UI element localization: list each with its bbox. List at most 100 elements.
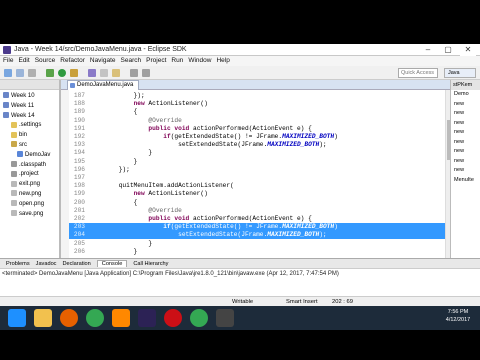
menu-source[interactable]: Source (35, 57, 56, 64)
chrome-icon[interactable] (190, 309, 208, 327)
tree-item-label: DemoJav (25, 151, 51, 158)
code-line[interactable]: 204 setExtendedState(JFrame.MAXIMIZED_BO… (69, 231, 445, 240)
vlc-icon[interactable] (112, 309, 130, 327)
tree-item-label: .settings (19, 122, 42, 129)
outline-item[interactable]: new (451, 138, 480, 148)
code-text: @Override (148, 206, 182, 214)
code-text: { (89, 108, 138, 116)
code-line[interactable]: 198 quitMenuItem.addActionListener( (69, 182, 445, 190)
code-line[interactable]: 191 public void actionPerformed(ActionEv… (69, 125, 445, 133)
navigate-back-icon[interactable] (130, 69, 138, 77)
tree-item[interactable]: src (0, 141, 59, 151)
tree-item[interactable]: Week 10 (0, 92, 59, 102)
tree-item[interactable]: save.png (0, 209, 59, 220)
new-icon[interactable] (4, 69, 12, 77)
tree-item[interactable]: exit.png (0, 180, 59, 190)
package-explorer-tab[interactable] (0, 80, 59, 90)
outline-item[interactable]: new (451, 128, 480, 138)
tab-call-hierarchy[interactable]: Call Hierarchy (133, 261, 168, 267)
menu-help[interactable]: Help (216, 57, 229, 64)
code-line[interactable]: 188 new ActionListener() (69, 100, 445, 108)
tree-item[interactable]: Week 11 (0, 102, 59, 112)
outline-item[interactable]: Demo (451, 90, 480, 100)
line-number: 198 (73, 182, 85, 190)
java-perspective-button[interactable]: Java (444, 68, 476, 78)
editor-tab[interactable]: DemoJavaMenu.java (67, 80, 139, 90)
code-line[interactable]: 201 @Override (69, 207, 445, 215)
close-button[interactable]: ✕ (460, 44, 476, 56)
debug-icon[interactable] (46, 69, 54, 77)
code-line[interactable]: 194 } (69, 149, 445, 157)
menu-window[interactable]: Window (188, 57, 211, 64)
outline-item[interactable]: new (451, 100, 480, 110)
toolbar: Quick Access Java (0, 66, 480, 80)
open-type-icon[interactable] (100, 69, 108, 77)
code-editor[interactable]: DemoJavaMenu.java 187 }); 188 new ActionL… (60, 80, 451, 258)
tree-item[interactable]: new.png (0, 190, 59, 200)
code-line[interactable]: 187 }); (69, 92, 445, 100)
tab-console[interactable]: Console (96, 260, 128, 267)
tab-javadoc[interactable]: Javadoc (36, 261, 57, 267)
outline-item[interactable]: new (451, 147, 480, 157)
tab-problems[interactable]: Problems (6, 261, 30, 267)
code-line[interactable]: 197 (69, 174, 445, 182)
app-icon[interactable] (216, 309, 234, 327)
code-text: }); (89, 92, 145, 99)
tree-item[interactable]: Week 14 (0, 112, 59, 122)
code-area[interactable]: 187 }); 188 new ActionListener() 189 {190 … (61, 90, 445, 258)
new-java-project-icon[interactable] (88, 69, 96, 77)
console-panel: Problems Javadoc Declaration Console Call Hi… (0, 258, 480, 296)
code-line[interactable]: 205 } (69, 240, 445, 248)
run-icon[interactable] (58, 69, 66, 77)
tree-item[interactable]: .classpath (0, 161, 59, 171)
tree-item[interactable]: .settings (0, 121, 59, 131)
system-clock[interactable]: 7:56 PM 4/12/2017 (438, 308, 478, 324)
firefox-icon[interactable] (60, 309, 78, 327)
outline-tab[interactable]: stPKem (451, 80, 480, 90)
outline-item[interactable]: new (451, 109, 480, 119)
editor-ruler (61, 90, 69, 258)
outline-item[interactable]: new (451, 166, 480, 176)
maximize-button[interactable]: ▢ (440, 44, 456, 56)
tree-item[interactable]: DemoJav (0, 151, 59, 161)
outline-item[interactable]: new (451, 119, 480, 129)
tree-item[interactable]: open.png (0, 200, 59, 210)
code-line[interactable]: 189 { (69, 108, 445, 116)
menu-refactor[interactable]: Refactor (60, 57, 85, 64)
minimize-button[interactable]: – (420, 44, 436, 56)
code-line[interactable]: 203 if(getExtendedState() != JFrame.MAXI… (69, 223, 445, 232)
menu-file[interactable]: File (3, 57, 13, 64)
tab-declaration[interactable]: Declaration (62, 261, 90, 267)
outline-item[interactable]: new (451, 157, 480, 167)
print-icon[interactable] (28, 69, 36, 77)
code-line[interactable]: 190 @Override (69, 117, 445, 125)
tree-item[interactable]: bin (0, 131, 59, 141)
menu-search[interactable]: Search (121, 57, 142, 64)
code-line[interactable]: 202 public void actionPerformed(ActionEv… (69, 215, 445, 223)
search-icon[interactable] (112, 69, 120, 77)
line-number: 191 (73, 124, 85, 132)
code-line[interactable]: 195 } (69, 158, 445, 166)
code-line[interactable]: 192 if(getExtendedState() != JFrame.MAXI… (69, 133, 445, 141)
navigate-forward-icon[interactable] (142, 69, 150, 77)
opera-icon[interactable] (164, 309, 182, 327)
file-explorer-icon[interactable] (34, 309, 52, 327)
menu-navigate[interactable]: Navigate (90, 57, 116, 64)
code-line[interactable]: 206 } (69, 248, 445, 256)
outline-item[interactable]: MenuIte (451, 176, 480, 186)
code-line[interactable]: 200 { (69, 199, 445, 207)
quick-access-input[interactable]: Quick Access (398, 68, 438, 78)
code-line[interactable]: 196 }); (69, 166, 445, 174)
tree-item[interactable]: .project (0, 170, 59, 180)
java-file-icon (17, 151, 23, 158)
external-tools-icon[interactable] (70, 69, 78, 77)
menu-project[interactable]: Project (146, 57, 166, 64)
chrome-icon[interactable] (86, 309, 104, 327)
menu-edit[interactable]: Edit (18, 57, 29, 64)
code-line[interactable]: 199 new ActionListener() (69, 190, 445, 198)
menu-run[interactable]: Run (171, 57, 183, 64)
save-icon[interactable] (16, 69, 24, 77)
code-line[interactable]: 193 setExtendedState(JFrame.MAXIMIZED_BO… (69, 141, 445, 149)
windows-start-icon[interactable] (8, 309, 26, 327)
eclipse-icon[interactable] (138, 309, 156, 327)
